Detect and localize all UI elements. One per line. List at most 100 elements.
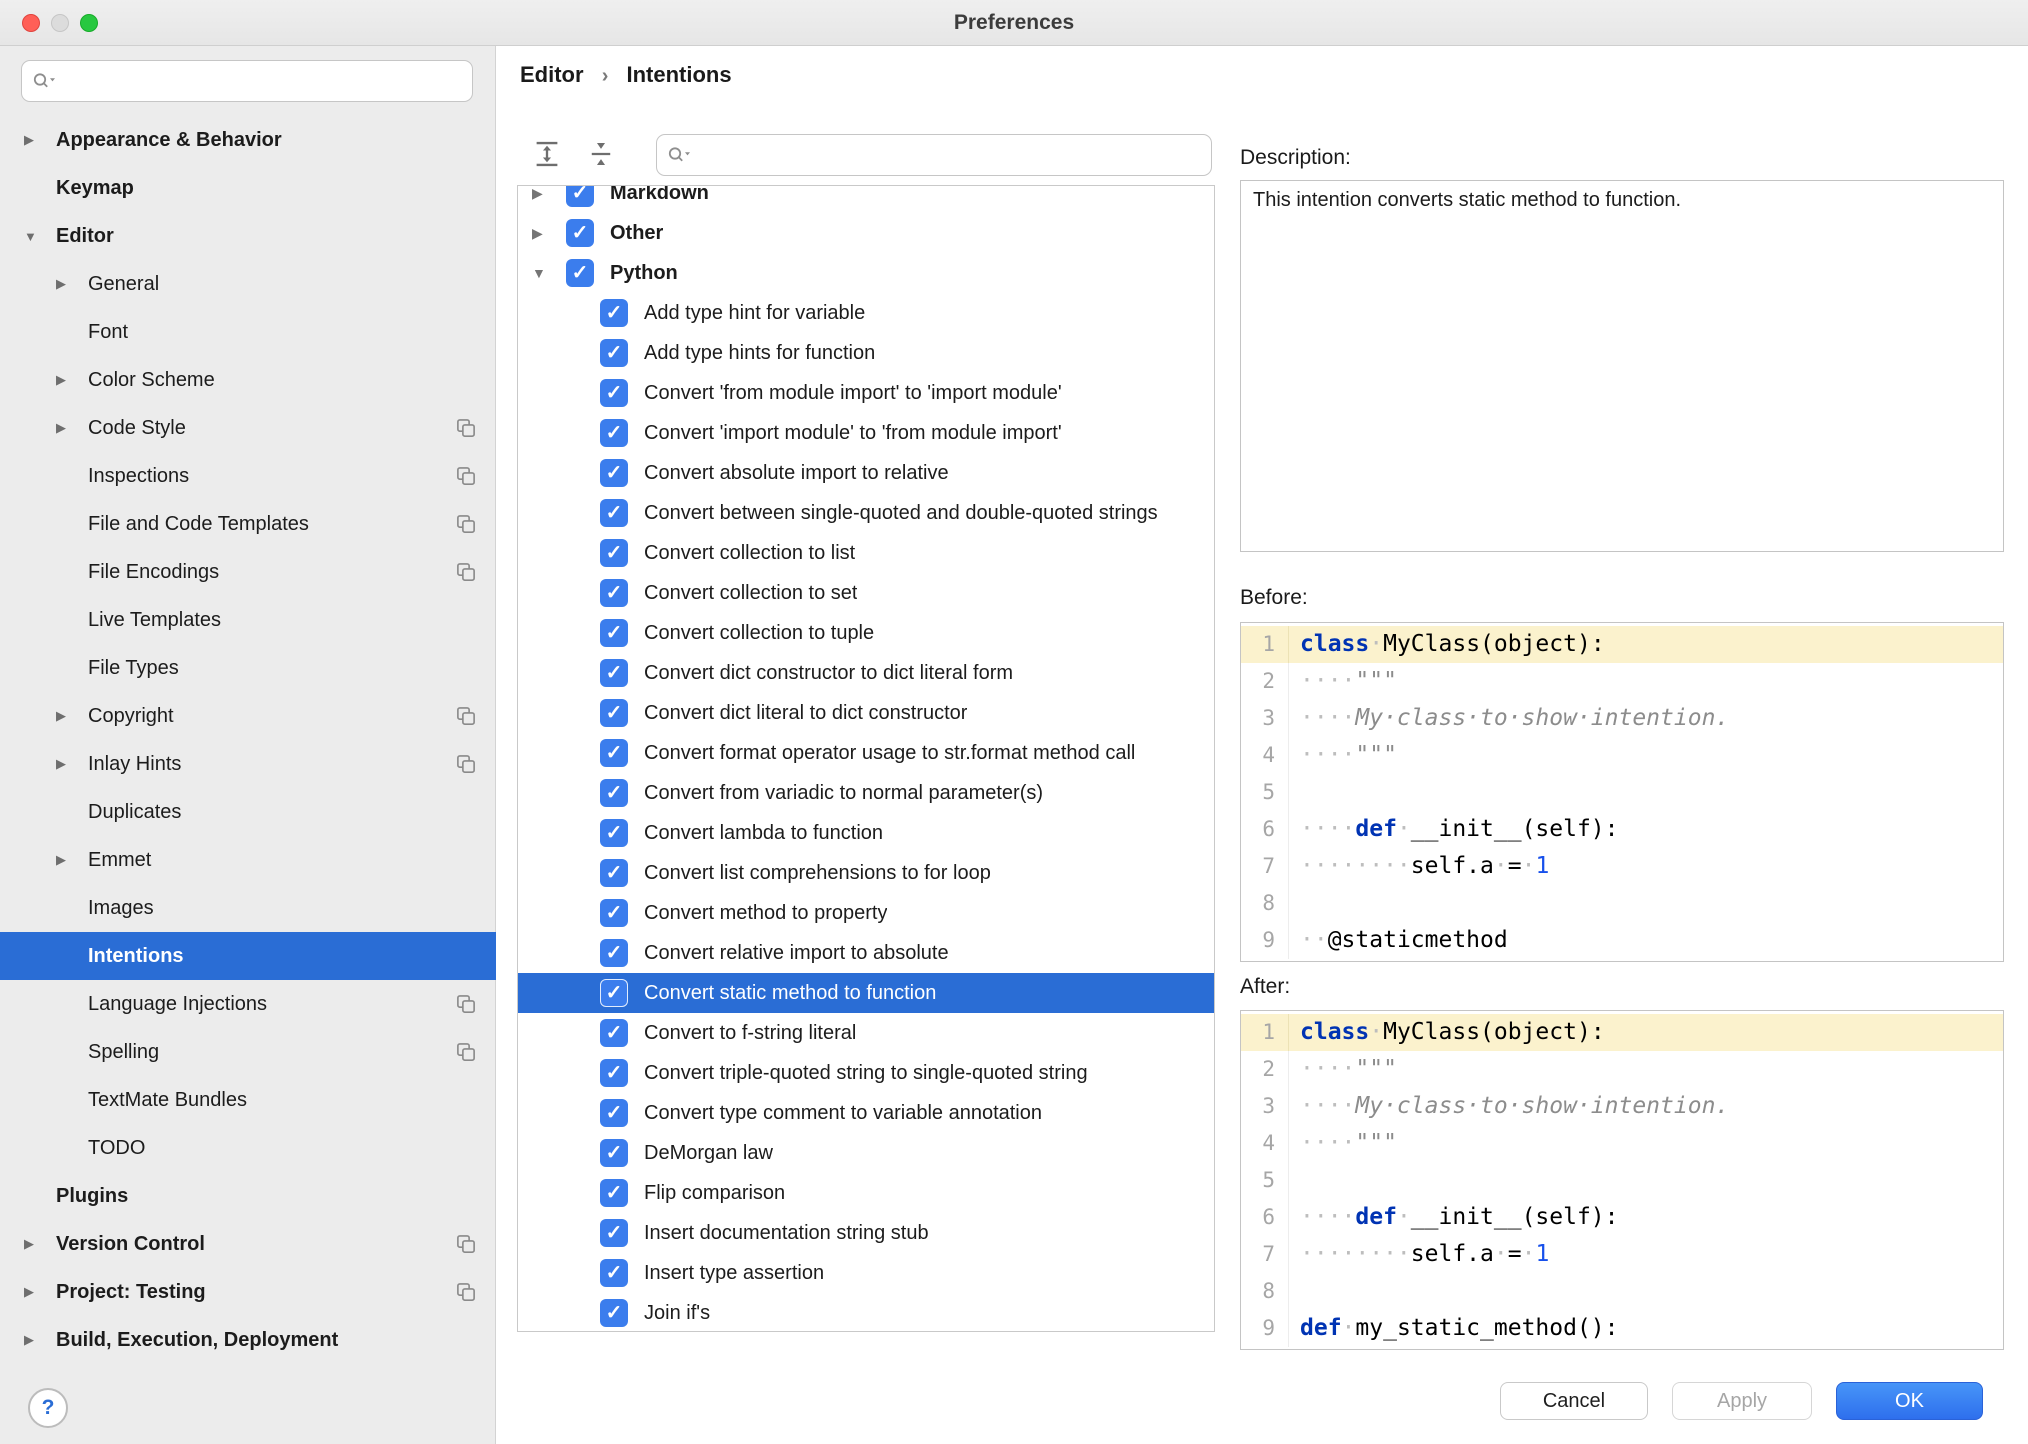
chevron-right-icon[interactable]: ▶	[56, 420, 88, 436]
checkbox[interactable]: ✓	[566, 259, 594, 287]
sidebar-item-code-style[interactable]: ▶ Code Style	[0, 404, 496, 452]
intention-row-convert-from-module-import-to-import-module[interactable]: ✓ Convert 'from module import' to 'import…	[518, 373, 1214, 413]
intention-row-insert-documentation-string-stub[interactable]: ✓ Insert documentation string stub	[518, 1213, 1214, 1253]
checkbox[interactable]: ✓	[600, 1139, 628, 1167]
intention-row-add-type-hint-for-variable[interactable]: ✓ Add type hint for variable	[518, 293, 1214, 333]
sidebar-item-plugins[interactable]: Plugins	[0, 1172, 496, 1220]
sidebar-search-box[interactable]	[21, 60, 473, 102]
intention-row-convert-from-variadic-to-normal-parameter-s[interactable]: ✓ Convert from variadic to normal paramet…	[518, 773, 1214, 813]
intention-row-convert-triple-quoted-string-to-single-quoted-string[interactable]: ✓ Convert triple-quoted string to single-…	[518, 1053, 1214, 1093]
intention-row-convert-dict-constructor-to-dict-literal-form[interactable]: ✓ Convert dict constructor to dict litera…	[518, 653, 1214, 693]
chevron-right-icon[interactable]: ▶	[532, 186, 566, 202]
checkbox[interactable]: ✓	[600, 939, 628, 967]
intention-row-join-if-s[interactable]: ✓ Join if's	[518, 1293, 1214, 1331]
sidebar-item-inspections[interactable]: Inspections	[0, 452, 496, 500]
intention-row-demorgan-law[interactable]: ✓ DeMorgan law	[518, 1133, 1214, 1173]
sidebar-item-spelling[interactable]: Spelling	[0, 1028, 496, 1076]
sidebar-item-language-injections[interactable]: Language Injections	[0, 980, 496, 1028]
checkbox[interactable]: ✓	[600, 779, 628, 807]
intention-row-convert-between-single-quoted-and-double-quoted-strings[interactable]: ✓ Convert between single-quoted and doubl…	[518, 493, 1214, 533]
expand-all-icon[interactable]	[532, 139, 562, 169]
chevron-down-icon[interactable]: ▼	[532, 265, 566, 281]
intention-row-convert-list-comprehensions-to-for-loop[interactable]: ✓ Convert list comprehensions to for loop	[518, 853, 1214, 893]
sidebar-search-input[interactable]	[64, 70, 462, 92]
checkbox[interactable]: ✓	[600, 899, 628, 927]
checkbox[interactable]: ✓	[600, 619, 628, 647]
sidebar-item-todo[interactable]: TODO	[0, 1124, 496, 1172]
intention-row-convert-type-comment-to-variable-annotation[interactable]: ✓ Convert type comment to variable annota…	[518, 1093, 1214, 1133]
checkbox[interactable]: ✓	[566, 186, 594, 207]
intention-row-convert-format-operator-usage-to-str-format-method-call[interactable]: ✓ Convert format operator usage to str.fo…	[518, 733, 1214, 773]
checkbox[interactable]: ✓	[600, 379, 628, 407]
intentions-search-input[interactable]	[699, 144, 1201, 166]
chevron-right-icon[interactable]: ▶	[24, 1236, 56, 1252]
checkbox[interactable]: ✓	[600, 819, 628, 847]
cancel-button[interactable]: Cancel	[1500, 1382, 1648, 1420]
chevron-right-icon[interactable]: ▶	[56, 276, 88, 292]
intention-row-add-type-hints-for-function[interactable]: ✓ Add type hints for function	[518, 333, 1214, 373]
sidebar-item-keymap[interactable]: Keymap	[0, 164, 496, 212]
intention-row-convert-lambda-to-function[interactable]: ✓ Convert lambda to function	[518, 813, 1214, 853]
sidebar-item-general[interactable]: ▶ General	[0, 260, 496, 308]
ok-button[interactable]: OK	[1836, 1382, 1983, 1420]
breadcrumb-editor[interactable]: Editor	[520, 62, 584, 87]
intention-row-convert-relative-import-to-absolute[interactable]: ✓ Convert relative import to absolute	[518, 933, 1214, 973]
intention-row-markdown[interactable]: ▶ ✓ Markdown	[518, 186, 1214, 213]
chevron-right-icon[interactable]: ▶	[24, 132, 56, 148]
sidebar-item-file-types[interactable]: File Types	[0, 644, 496, 692]
help-button[interactable]: ?	[28, 1388, 68, 1428]
checkbox[interactable]: ✓	[600, 299, 628, 327]
sidebar-item-editor[interactable]: ▼ Editor	[0, 212, 496, 260]
sidebar-item-images[interactable]: Images	[0, 884, 496, 932]
checkbox[interactable]: ✓	[600, 659, 628, 687]
checkbox[interactable]: ✓	[600, 1019, 628, 1047]
sidebar-item-project-testing[interactable]: ▶ Project: Testing	[0, 1268, 496, 1316]
intention-row-convert-static-method-to-function[interactable]: ✓ Convert static method to function	[518, 973, 1214, 1013]
checkbox[interactable]: ✓	[600, 539, 628, 567]
sidebar-item-textmate-bundles[interactable]: TextMate Bundles	[0, 1076, 496, 1124]
intention-row-convert-dict-literal-to-dict-constructor[interactable]: ✓ Convert dict literal to dict constructo…	[518, 693, 1214, 733]
sidebar-item-appearance-behavior[interactable]: ▶ Appearance & Behavior	[0, 116, 496, 164]
checkbox[interactable]: ✓	[600, 1299, 628, 1327]
sidebar-item-copyright[interactable]: ▶ Copyright	[0, 692, 496, 740]
intention-row-other[interactable]: ▶ ✓ Other	[518, 213, 1214, 253]
zoom-window-button[interactable]	[80, 14, 98, 32]
sidebar-item-inlay-hints[interactable]: ▶ Inlay Hints	[0, 740, 496, 788]
checkbox[interactable]: ✓	[600, 499, 628, 527]
checkbox[interactable]: ✓	[600, 1219, 628, 1247]
intention-row-python[interactable]: ▼ ✓ Python	[518, 253, 1214, 293]
chevron-right-icon[interactable]: ▶	[56, 756, 88, 772]
intention-row-convert-absolute-import-to-relative[interactable]: ✓ Convert absolute import to relative	[518, 453, 1214, 493]
intention-row-convert-import-module-to-from-module-import[interactable]: ✓ Convert 'import module' to 'from module…	[518, 413, 1214, 453]
checkbox[interactable]: ✓	[566, 219, 594, 247]
intention-row-convert-collection-to-list[interactable]: ✓ Convert collection to list	[518, 533, 1214, 573]
sidebar-item-color-scheme[interactable]: ▶ Color Scheme	[0, 356, 496, 404]
chevron-down-icon[interactable]: ▼	[24, 229, 56, 244]
checkbox[interactable]: ✓	[600, 1259, 628, 1287]
checkbox[interactable]: ✓	[600, 459, 628, 487]
checkbox[interactable]: ✓	[600, 979, 628, 1007]
close-window-button[interactable]	[22, 14, 40, 32]
sidebar-item-emmet[interactable]: ▶ Emmet	[0, 836, 496, 884]
intention-row-convert-collection-to-set[interactable]: ✓ Convert collection to set	[518, 573, 1214, 613]
chevron-right-icon[interactable]: ▶	[56, 708, 88, 724]
chevron-right-icon[interactable]: ▶	[532, 225, 566, 242]
sidebar-item-intentions[interactable]: Intentions	[0, 932, 496, 980]
sidebar-item-file-encodings[interactable]: File Encodings	[0, 548, 496, 596]
intentions-search-box[interactable]	[656, 134, 1212, 176]
chevron-right-icon[interactable]: ▶	[24, 1332, 56, 1348]
chevron-right-icon[interactable]: ▶	[56, 852, 88, 868]
sidebar-item-duplicates[interactable]: Duplicates	[0, 788, 496, 836]
checkbox[interactable]: ✓	[600, 1059, 628, 1087]
checkbox[interactable]: ✓	[600, 1179, 628, 1207]
checkbox[interactable]: ✓	[600, 419, 628, 447]
checkbox[interactable]: ✓	[600, 579, 628, 607]
sidebar-item-version-control[interactable]: ▶ Version Control	[0, 1220, 496, 1268]
intention-row-insert-type-assertion[interactable]: ✓ Insert type assertion	[518, 1253, 1214, 1293]
sidebar-item-file-and-code-templates[interactable]: File and Code Templates	[0, 500, 496, 548]
chevron-right-icon[interactable]: ▶	[24, 1284, 56, 1300]
checkbox[interactable]: ✓	[600, 859, 628, 887]
intention-row-convert-method-to-property[interactable]: ✓ Convert method to property	[518, 893, 1214, 933]
intention-row-flip-comparison[interactable]: ✓ Flip comparison	[518, 1173, 1214, 1213]
intention-row-convert-to-f-string-literal[interactable]: ✓ Convert to f-string literal	[518, 1013, 1214, 1053]
